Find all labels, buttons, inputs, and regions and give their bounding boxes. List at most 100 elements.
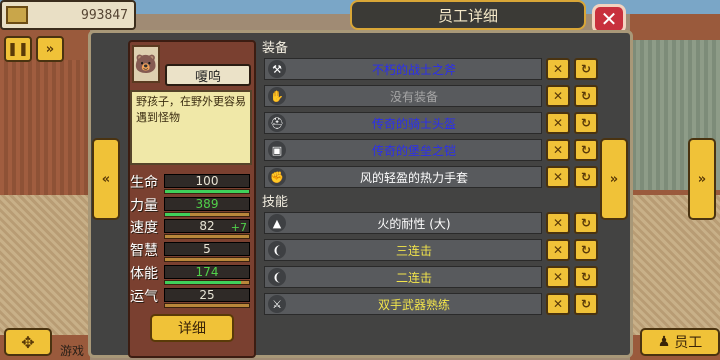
axe-icon: ⚒ xyxy=(268,60,286,78)
swap-button[interactable]: ↻ xyxy=(574,266,598,288)
move-button[interactable]: ✥ xyxy=(4,328,52,356)
remove-button[interactable]: ✕ xyxy=(546,293,570,315)
swap-button[interactable]: ↻ xyxy=(574,293,598,315)
equipment-name: 不朽的战士之斧 xyxy=(371,63,456,77)
next-employee-button[interactable]: » xyxy=(600,138,628,220)
skill-name: 双手武器熟练 xyxy=(377,298,450,312)
swap-button[interactable]: ↻ xyxy=(574,58,598,80)
employee-avatar: 🐻 xyxy=(132,45,160,83)
skill-row[interactable]: ⚔ 双手武器熟练 xyxy=(264,293,542,315)
stat-row: 体能 174 xyxy=(128,263,254,285)
equipment-row[interactable]: ✋ 没有装备 xyxy=(264,85,542,107)
swap-button[interactable]: ↻ xyxy=(574,239,598,261)
stat-label: 运气 xyxy=(130,289,158,305)
remove-button[interactable]: ✕ xyxy=(546,266,570,288)
stat-value: 82 +7 xyxy=(164,219,250,234)
stat-bar xyxy=(164,234,250,239)
remove-button[interactable]: ✕ xyxy=(546,58,570,80)
swap-button[interactable]: ↻ xyxy=(574,139,598,161)
stat-bar-fill xyxy=(165,190,249,193)
skill-name: 火的耐性 (大) xyxy=(377,217,451,231)
swap-icon: ↻ xyxy=(580,270,592,284)
equipment-row[interactable]: ⛑ 传奇的骑士头盔 xyxy=(264,112,542,134)
remove-icon: ✕ xyxy=(552,62,564,76)
employee-description: 野孩子，在野外更容易遇到怪物 xyxy=(130,90,252,165)
sword-icon: ⚔ xyxy=(268,295,286,313)
employee-description-text: 野孩子，在野外更容易遇到怪物 xyxy=(136,95,246,124)
window-title: 员工详细 xyxy=(350,0,586,30)
stat-bar xyxy=(164,280,250,285)
fire-icon: ▲ xyxy=(268,214,286,232)
swap-button[interactable]: ↻ xyxy=(574,85,598,107)
remove-icon: ✕ xyxy=(552,89,564,103)
stat-value: 25 xyxy=(164,288,250,302)
remove-icon: ✕ xyxy=(552,270,564,284)
swap-button[interactable]: ↻ xyxy=(574,212,598,234)
sand-tiles-left xyxy=(0,195,92,335)
swap-icon: ↻ xyxy=(580,116,592,130)
stat-row: 速度 82 +7 xyxy=(128,217,254,239)
remove-button[interactable]: ✕ xyxy=(546,212,570,234)
stat-value-text: 25 xyxy=(199,288,215,302)
double-left-arrow-icon: « xyxy=(101,171,111,187)
stat-value-text: 5 xyxy=(203,242,211,256)
stat-bonus: +7 xyxy=(230,221,247,234)
swap-button[interactable]: ↻ xyxy=(574,112,598,134)
swap-icon: ↻ xyxy=(580,170,592,184)
swap-icon: ↻ xyxy=(580,243,592,257)
skill-row[interactable]: ❨ 三连击 xyxy=(264,239,542,261)
stat-value-text: 100 xyxy=(195,174,219,188)
pause-button[interactable]: ❚❚ xyxy=(4,36,32,62)
remove-icon: ✕ xyxy=(552,243,564,257)
stat-bar-fill xyxy=(165,213,191,216)
equipment-name: 传奇的骑士头盔 xyxy=(371,117,456,131)
equipment-row[interactable]: ✊ 风的轻盈的热力手套 xyxy=(264,166,542,188)
equipment-name: 没有装备 xyxy=(389,90,438,104)
stat-row: 运气 25 xyxy=(128,286,254,308)
stat-value-text: 389 xyxy=(195,197,219,211)
staff-button-label: 员工 xyxy=(674,335,703,351)
swap-button[interactable]: ↻ xyxy=(574,166,598,188)
stat-label: 体能 xyxy=(130,266,158,282)
skill-row[interactable]: ▲ 火的耐性 (大) xyxy=(264,212,542,234)
stat-label: 力量 xyxy=(130,198,158,214)
stat-bar-fill xyxy=(165,281,241,284)
remove-button[interactable]: ✕ xyxy=(546,85,570,107)
double-right-arrow-icon: » xyxy=(697,171,707,187)
stat-label: 速度 xyxy=(130,220,158,236)
stat-value: 100 xyxy=(164,174,250,188)
bear-portrait-icon: 🐻 xyxy=(134,53,158,75)
equipment-name: 传奇的堡垒之铠 xyxy=(371,144,456,158)
remove-button[interactable]: ✕ xyxy=(546,239,570,261)
skill-name: 三连击 xyxy=(395,244,432,258)
move-arrows-icon: ✥ xyxy=(21,332,35,352)
stat-label: 智慧 xyxy=(130,243,158,259)
slash-icon: ❨ xyxy=(268,241,286,259)
slash-icon: ❨ xyxy=(268,268,286,286)
dirt-tiles-left xyxy=(0,60,92,195)
remove-button[interactable]: ✕ xyxy=(546,166,570,188)
stat-value: 389 xyxy=(164,197,250,211)
stat-value: 5 xyxy=(164,242,250,256)
prev-employee-button[interactable]: « xyxy=(92,138,120,220)
employee-name-text: 嗄呜 xyxy=(194,69,221,85)
equipment-section-title: 装备 xyxy=(262,41,289,56)
staff-button[interactable]: ♟ 员工 xyxy=(640,328,720,356)
glove-icon: ✋ xyxy=(268,87,286,105)
equipment-row[interactable]: ⚒ 不朽的战士之斧 xyxy=(264,58,542,80)
skill-row[interactable]: ❨ 二连击 xyxy=(264,266,542,288)
title-text: 员工详细 xyxy=(437,6,498,25)
stat-value: 174 xyxy=(164,265,250,279)
outer-next-button[interactable]: » xyxy=(688,138,716,220)
speed-button[interactable]: » xyxy=(36,36,64,62)
equipment-row[interactable]: ▣ 传奇的堡垒之铠 xyxy=(264,139,542,161)
gauntlet-icon: ✊ xyxy=(268,168,286,186)
remove-button[interactable]: ✕ xyxy=(546,112,570,134)
money-amount: 993847 xyxy=(81,7,128,23)
swap-icon: ↻ xyxy=(580,143,592,157)
remove-icon: ✕ xyxy=(552,216,564,230)
detail-button[interactable]: 详细 xyxy=(150,314,234,342)
double-right-arrow-icon: » xyxy=(609,171,619,187)
stat-row: 力量 389 xyxy=(128,195,254,217)
remove-button[interactable]: ✕ xyxy=(546,139,570,161)
